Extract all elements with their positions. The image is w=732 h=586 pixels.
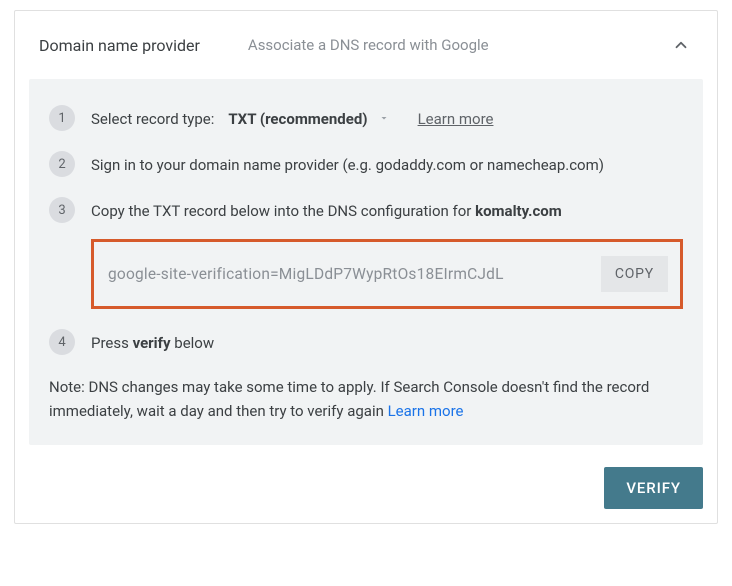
dropdown-value: TXT (recommended) <box>228 107 367 131</box>
note-body: Note: DNS changes may take some time to … <box>49 378 649 420</box>
step-3: 3 Copy the TXT record below into the DNS… <box>49 197 683 309</box>
step4-suffix: below <box>171 334 215 352</box>
step-badge: 2 <box>49 151 75 177</box>
step-body: Press verify below <box>91 329 683 355</box>
record-type-label: Select record type: <box>91 107 214 131</box>
step-badge: 3 <box>49 197 75 223</box>
caret-down-icon <box>378 107 390 131</box>
step-body: Copy the TXT record below into the DNS c… <box>91 197 683 309</box>
record-type-dropdown[interactable]: TXT (recommended) <box>228 107 389 131</box>
step4-bold: verify <box>133 334 171 352</box>
dns-verification-card: Domain name provider Associate a DNS rec… <box>14 10 718 524</box>
chevron-up-icon <box>672 36 690 54</box>
step-1: 1 Select record type: TXT (recommended) … <box>49 105 683 131</box>
step3-domain: komalty.com <box>475 202 562 220</box>
step-4: 4 Press verify below <box>49 329 683 355</box>
card-header: Domain name provider Associate a DNS rec… <box>15 11 717 79</box>
collapse-toggle[interactable] <box>669 33 693 57</box>
txt-record-box: google-site-verification=MigLDdP7WypRtOs… <box>91 239 683 309</box>
header-subtitle: Associate a DNS record with Google <box>248 36 669 54</box>
verify-button[interactable]: VERIFY <box>604 467 703 509</box>
card-footer: VERIFY <box>15 459 717 523</box>
txt-record-value[interactable]: google-site-verification=MigLDdP7WypRtOs… <box>108 262 504 286</box>
step4-prefix: Press <box>91 334 133 352</box>
step3-text: Copy the TXT record below into the DNS c… <box>91 202 475 220</box>
step-2: 2 Sign in to your domain name provider (… <box>49 151 683 177</box>
header-title: Domain name provider <box>39 36 200 55</box>
step-badge: 4 <box>49 329 75 355</box>
step-text: Sign in to your domain name provider (e.… <box>91 151 683 177</box>
note-learn-more-link[interactable]: Learn more <box>388 402 464 420</box>
card-content: 1 Select record type: TXT (recommended) … <box>29 79 703 445</box>
step-badge: 1 <box>49 105 75 131</box>
step-body: Select record type: TXT (recommended) Le… <box>91 105 683 131</box>
copy-button[interactable]: COPY <box>601 256 668 292</box>
learn-more-link[interactable]: Learn more <box>418 107 494 131</box>
note-text: Note: DNS changes may take some time to … <box>49 375 683 423</box>
